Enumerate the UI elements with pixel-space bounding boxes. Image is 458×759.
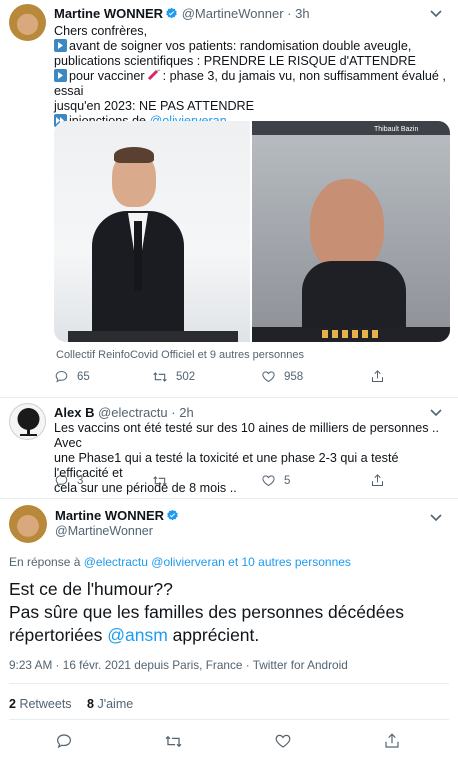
tweet1-media[interactable]: Thibault Bazin <box>54 121 450 342</box>
main-tweet-text: Est ce de l'humour?? Pas sûre que les fa… <box>9 578 449 647</box>
main-actions <box>9 732 449 754</box>
like-button[interactable]: 958 <box>261 369 303 384</box>
chevron-down-icon[interactable] <box>428 8 444 20</box>
text-line: Chers confrères, <box>54 24 148 38</box>
tweet-meta[interactable]: 9:23 AM · 16 févr. 2021 depuis Paris, Fr… <box>9 658 348 672</box>
verified-badge-icon <box>165 7 178 20</box>
avatar-martine[interactable] <box>9 4 46 41</box>
heart-icon <box>274 732 292 750</box>
separator <box>9 683 449 684</box>
retweets-label: Retweets <box>19 697 72 711</box>
share-icon <box>370 369 385 384</box>
like-count: 5 <box>284 474 291 487</box>
retweet-icon <box>164 732 183 751</box>
retweet-button[interactable] <box>152 473 168 489</box>
separator <box>9 719 449 720</box>
avatar-alex[interactable] <box>9 403 46 440</box>
text-line: publications scientifiques : PRENDRE LE … <box>54 54 416 68</box>
text-line: pour vacciner: phase 3, du jamais vu, no… <box>54 69 446 98</box>
in-reply-to: En réponse à @electractu @olivierveran e… <box>9 555 351 569</box>
fast-forward-emoji-icon <box>54 39 67 52</box>
in-reply-others[interactable]: et 10 autres personnes <box>225 555 351 569</box>
main-author-name-row: Martine WONNER <box>55 508 179 523</box>
text-line: jusqu'en 2023: NE PAS ATTENDRE <box>54 99 255 113</box>
author-handle[interactable]: @electractu <box>98 405 168 420</box>
fast-forward-emoji-icon <box>54 69 67 82</box>
retweet-icon <box>152 369 168 385</box>
engagement-counts: 2 Retweets 8 J'aime <box>9 697 133 711</box>
retweet-count: 502 <box>176 371 196 383</box>
tweet1-actions: 65 502 958 <box>54 369 450 389</box>
text-line: Est ce de l'humour?? <box>9 579 173 599</box>
retweet-button[interactable] <box>164 732 183 751</box>
reply-button[interactable]: 65 <box>54 369 90 384</box>
liked-by-line[interactable]: Collectif ReinfoCovid Officiel et 9 autr… <box>56 349 304 361</box>
retweets-count: 2 <box>9 697 16 711</box>
author-name[interactable]: Martine WONNER <box>55 508 164 523</box>
share-icon <box>370 473 385 488</box>
reply-button[interactable]: 3 <box>54 473 83 488</box>
tweet1-text: Chers confrères, avant de soigner vos pa… <box>54 24 452 129</box>
reply-count: 65 <box>77 370 90 383</box>
reply-icon <box>54 473 69 488</box>
video-overlay-name: Thibault Bazin <box>374 126 419 133</box>
author-name[interactable]: Alex B <box>54 405 94 420</box>
in-reply-prefix: En réponse à <box>9 555 81 569</box>
tweet-time[interactable]: 3h <box>295 6 309 21</box>
reply-header: Alex B @electractu · 2h <box>54 405 194 420</box>
reply-button[interactable] <box>55 732 73 750</box>
syringe-emoji-icon <box>147 69 161 81</box>
text-line: Pas sûre que les familles des personnes … <box>9 602 404 622</box>
tree-icon <box>17 408 40 436</box>
author-handle[interactable]: @MartineWonner <box>55 524 153 538</box>
reply-actions: 3 5 <box>54 473 450 493</box>
dot-separator: · <box>171 405 176 420</box>
verified-badge-icon <box>166 509 179 522</box>
dot-separator: · <box>287 6 292 21</box>
like-button[interactable]: 5 <box>261 473 290 488</box>
in-reply-users[interactable]: @electractu @olivierveran <box>84 555 225 569</box>
retweet-button[interactable]: 502 <box>152 369 195 385</box>
likes-count: 8 <box>87 697 94 711</box>
chevron-down-icon[interactable] <box>428 512 444 524</box>
share-button[interactable] <box>383 732 401 750</box>
text-line: répertoriées @ansm apprécient. <box>9 625 260 645</box>
separator <box>0 498 458 499</box>
separator <box>0 397 458 398</box>
author-handle[interactable]: @MartineWonner <box>182 6 284 21</box>
author-name[interactable]: Martine WONNER <box>54 6 163 21</box>
tweet-time[interactable]: 2h <box>179 405 193 420</box>
reply-icon <box>55 732 73 750</box>
heart-icon <box>261 473 276 488</box>
text-line: avant de soigner vos patients: randomisa… <box>54 39 452 54</box>
likes-label: J'aime <box>97 697 134 711</box>
reply-count: 3 <box>77 474 84 487</box>
heart-icon <box>261 369 276 384</box>
chevron-down-icon[interactable] <box>428 407 444 419</box>
retweets-stat[interactable]: 2 Retweets <box>9 697 72 711</box>
mention-link[interactable]: @ansm <box>107 625 168 645</box>
like-count: 958 <box>284 370 304 383</box>
text-line: Les vaccins ont été testé sur des 10 ain… <box>54 421 440 450</box>
avatar-martine[interactable] <box>9 505 47 543</box>
share-button[interactable] <box>370 473 385 488</box>
share-button[interactable] <box>370 369 385 384</box>
like-button[interactable] <box>274 732 292 750</box>
video-left-image[interactable] <box>54 121 250 342</box>
share-icon <box>383 732 401 750</box>
likes-stat[interactable]: 8 J'aime <box>87 697 133 711</box>
retweet-icon <box>152 473 168 489</box>
reply-icon <box>54 369 69 384</box>
tweet1-header: Martine WONNER @MartineWonner · 3h <box>54 6 310 21</box>
video-right-image[interactable]: Thibault Bazin <box>252 121 450 342</box>
